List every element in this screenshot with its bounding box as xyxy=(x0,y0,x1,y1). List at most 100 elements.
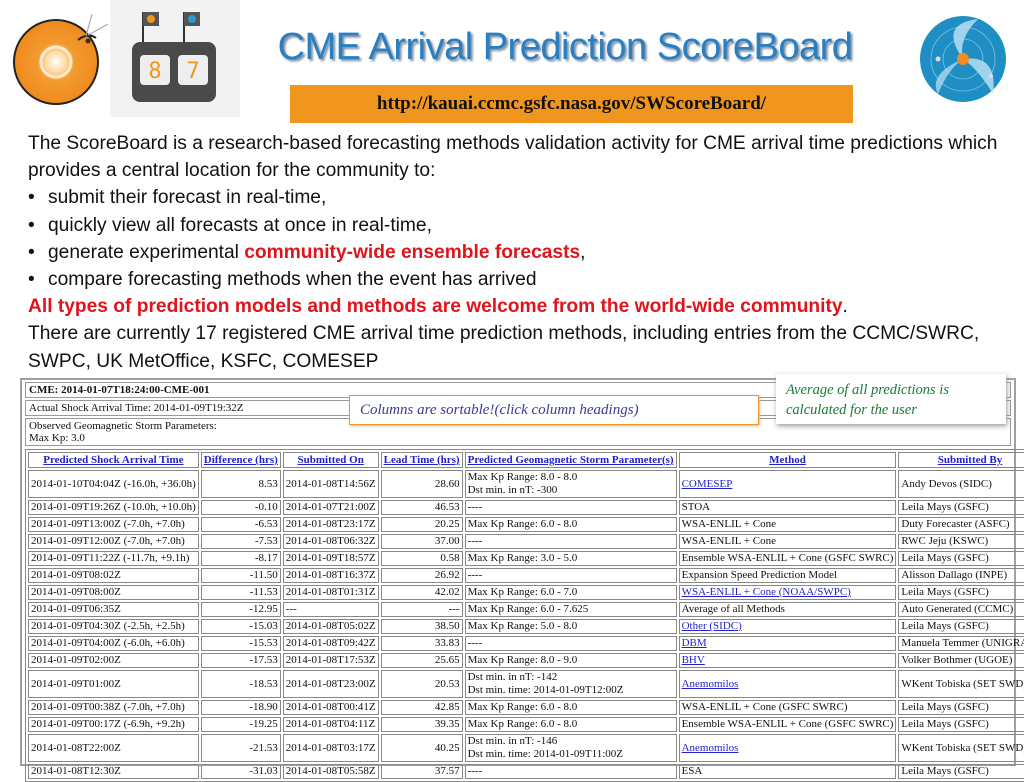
cell-lead-time: 0.58 xyxy=(380,551,463,566)
observed-max-kp: Max Kp: 3.0 xyxy=(29,432,85,444)
cell-submitted-by: Manuela Temmer (UNIGRAZ) xyxy=(898,636,1024,651)
scoreboard-digit-left: 8 xyxy=(148,59,161,84)
sort-lead-time[interactable]: Lead Time (hrs) xyxy=(384,454,460,466)
scoreboard-url[interactable]: http://kauai.ccmc.gsfc.nasa.gov/SWScoreB… xyxy=(377,93,766,115)
cell-method: WSA-ENLIL + Cone xyxy=(678,534,897,549)
cell-method: STOA xyxy=(678,500,897,515)
table-row: 2014-01-09T19:26Z (-10.0h, +10.0h) -0.10 2… xyxy=(28,500,1024,515)
ccmc-sun-logo xyxy=(8,10,110,110)
sort-submitted-on[interactable]: Submitted On xyxy=(298,454,364,466)
sort-storm-params[interactable]: Predicted Geomagnetic Storm Parameter(s) xyxy=(468,454,674,466)
cell-method[interactable]: WSA-ENLIL + Cone (NOAA/SWPC) xyxy=(678,585,897,600)
cell-method: Average of all Methods xyxy=(678,602,897,617)
cell-difference: -18.90 xyxy=(200,700,281,715)
cell-method-link[interactable]: WSA-ENLIL + Cone (NOAA/SWPC) xyxy=(682,586,851,598)
cell-lead-time: 46.53 xyxy=(380,500,463,515)
col-storm-params[interactable]: Predicted Geomagnetic Storm Parameter(s) xyxy=(464,452,677,468)
storm-param-line: Dst min. time: 2014-01-09T12:00Z xyxy=(467,684,624,696)
cell-predicted-arrival: 2014-01-08T12:30Z xyxy=(28,764,199,779)
cell-lead-time: 42.85 xyxy=(380,700,463,715)
col-predicted-arrival[interactable]: Predicted Shock Arrival Time xyxy=(28,452,199,468)
storm-param-line: Max Kp Range: 6.0 - 7.0 xyxy=(467,586,578,598)
sort-predicted-arrival[interactable]: Predicted Shock Arrival Time xyxy=(43,454,183,466)
cell-lead-time: 26.92 xyxy=(380,568,463,583)
cell-method[interactable]: BHV xyxy=(678,653,897,668)
cell-storm-params: Dst min. in nT: -146 Dst min. time: 2014-… xyxy=(464,734,677,762)
sort-method[interactable]: Method xyxy=(769,454,806,466)
cell-predicted-arrival: 2014-01-09T04:00Z (-6.0h, +6.0h) xyxy=(28,636,199,651)
table-row: 2014-01-09T00:38Z (-7.0h, +7.0h) -18.90 20… xyxy=(28,700,1024,715)
storm-param-line: Max Kp Range: 6.0 - 8.0 xyxy=(467,718,578,730)
storm-param-line: Dst min. time: 2014-01-09T11:00Z xyxy=(467,748,624,760)
cell-lead-time: 20.25 xyxy=(380,517,463,532)
ensemble-highlight: community-wide ensemble forecasts xyxy=(244,241,581,263)
storm-param-line: Max Kp Range: 6.0 - 8.0 xyxy=(467,518,578,530)
scoreboard-digit-right: 7 xyxy=(186,59,199,84)
cell-storm-params: Max Kp Range: 3.0 - 5.0 xyxy=(464,551,677,566)
cell-predicted-arrival: 2014-01-09T08:02Z xyxy=(28,568,199,583)
cell-method[interactable]: DBM xyxy=(678,636,897,651)
cell-difference: -18.53 xyxy=(200,670,281,698)
col-submitted-by[interactable]: Submitted By xyxy=(898,452,1024,468)
registered-methods-text: There are currently 17 registered CME ar… xyxy=(28,323,980,372)
cell-submitted-by: Leila Mays (GSFC) xyxy=(898,551,1024,566)
cell-method-link[interactable]: Anemomilos xyxy=(682,678,739,690)
cell-predicted-arrival: 2014-01-09T02:00Z xyxy=(28,653,199,668)
cell-difference: -12.95 xyxy=(200,602,281,617)
cell-method-link[interactable]: DBM xyxy=(682,637,707,649)
cell-method[interactable]: Anemomilos xyxy=(678,734,897,762)
cell-storm-params: Max Kp Range: 8.0 - 9.0 xyxy=(464,653,677,668)
cell-lead-time: --- xyxy=(380,602,463,617)
cell-method-link[interactable]: Other (SIDC) xyxy=(682,620,742,632)
page-title: CME Arrival Prediction ScoreBoard xyxy=(277,26,853,68)
storm-param-line: ---- xyxy=(467,637,483,649)
cell-method[interactable]: Anemomilos xyxy=(678,670,897,698)
cell-method: WSA-ENLIL + Cone (GSFC SWRC) xyxy=(678,700,897,715)
sort-submitted-by[interactable]: Submitted By xyxy=(938,454,1003,466)
cell-predicted-arrival: 2014-01-09T08:00Z xyxy=(28,585,199,600)
bullet-submit: submit their forecast in real-time, xyxy=(28,184,1013,211)
col-difference[interactable]: Difference (hrs) xyxy=(200,452,281,468)
cell-difference: -19.25 xyxy=(200,717,281,732)
sort-difference[interactable]: Difference (hrs) xyxy=(204,454,278,466)
cell-submitted-by: Leila Mays (GSFC) xyxy=(898,764,1024,779)
cell-method: Ensemble WSA-ENLIL + Cone (GSFC SWRC) xyxy=(678,551,897,566)
sortable-callout: Columns are sortable!(click column headi… xyxy=(349,395,759,425)
cell-method-link[interactable]: Anemomilos xyxy=(682,742,739,754)
cell-submitted-on: 2014-01-09T18:57Z xyxy=(282,551,379,566)
col-lead-time[interactable]: Lead Time (hrs) xyxy=(380,452,463,468)
storm-param-line: Dst min. in nT: -300 xyxy=(467,484,558,496)
cell-lead-time: 37.00 xyxy=(380,534,463,549)
cell-submitted-by: Leila Mays (GSFC) xyxy=(898,585,1024,600)
cell-lead-time: 42.02 xyxy=(380,585,463,600)
table-row: 2014-01-09T06:35Z -12.95 --- --- Max Kp Rang… xyxy=(28,602,1024,617)
cell-difference: -0.10 xyxy=(200,500,281,515)
cell-submitted-on: 2014-01-08T03:17Z xyxy=(282,734,379,762)
cell-difference: -31.03 xyxy=(200,764,281,779)
col-method[interactable]: Method xyxy=(678,452,897,468)
heliosphere-logo xyxy=(918,14,1008,104)
cell-predicted-arrival: 2014-01-09T11:22Z (-11.7h, +9.1h) xyxy=(28,551,199,566)
cell-submitted-on: 2014-01-08T05:02Z xyxy=(282,619,379,634)
cell-method[interactable]: COMESEP xyxy=(678,470,897,498)
cell-submitted-by: Alisson Dallago (INPE) xyxy=(898,568,1024,583)
cell-method-link[interactable]: COMESEP xyxy=(682,478,733,490)
bullet-compare: compare forecasting methods when the eve… xyxy=(28,266,1013,293)
cell-submitted-on: 2014-01-07T21:00Z xyxy=(282,500,379,515)
cell-difference: -17.53 xyxy=(200,653,281,668)
cell-storm-params: Dst min. in nT: -142 Dst min. time: 2014-… xyxy=(464,670,677,698)
cell-submitted-by: Leila Mays (GSFC) xyxy=(898,700,1024,715)
storm-param-line: ---- xyxy=(467,765,483,777)
col-submitted-on[interactable]: Submitted On xyxy=(282,452,379,468)
table-row: 2014-01-09T00:17Z (-6.9h, +9.2h) -19.25 20… xyxy=(28,717,1024,732)
cell-storm-params: ---- xyxy=(464,568,677,583)
cell-submitted-by: WKent Tobiska (SET SWD) xyxy=(898,670,1024,698)
cell-submitted-on: 2014-01-08T17:53Z xyxy=(282,653,379,668)
cell-submitted-on: 2014-01-08T14:56Z xyxy=(282,470,379,498)
scoreboard-panel: CME: 2014-01-07T18:24:00-CME-001 Actual … xyxy=(20,378,1024,782)
cell-method: WSA-ENLIL + Cone xyxy=(678,517,897,532)
cell-method[interactable]: Other (SIDC) xyxy=(678,619,897,634)
storm-param-line: Max Kp Range: 6.0 - 8.0 xyxy=(467,701,578,713)
cell-method-link[interactable]: BHV xyxy=(682,654,705,666)
average-callout: Average of all predictions is calculated… xyxy=(776,374,1006,424)
